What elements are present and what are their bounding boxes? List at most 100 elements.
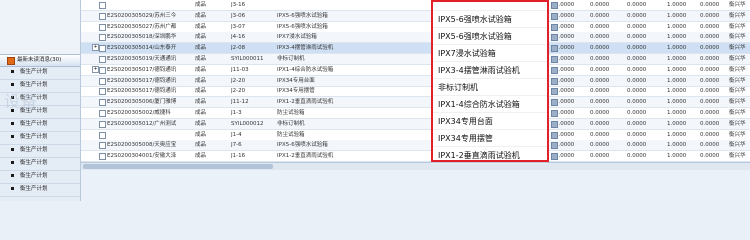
cell-owner: 衡兴华 [729,56,746,62]
calendar-icon[interactable] [551,110,558,117]
table-row[interactable]: E2S0200305019/天通通讯成品SYIL000011非标订制机2020-… [81,54,750,65]
row-checkbox[interactable] [99,120,106,128]
production-plan-table: 成品J3-162020-05-272020-05-271.00000.00000… [81,0,750,162]
table-row[interactable]: E2S0200305012/广州测试成品SYIL000012非标订制机2020-… [81,118,750,130]
cell-name: IPX5-6强喷水试验箱 [277,23,328,30]
dropdown-option[interactable]: IPX3-4摆管淋雨试验机 [433,62,547,79]
cell-q5: 0.0000 [700,153,720,160]
row-checkbox[interactable] [99,99,106,107]
cell-code: J7-6 [231,142,242,149]
sidebar-item-production-plan[interactable]: 衡生产计划 [0,131,80,145]
table-row[interactable]: E2S0200305027/苏州广都成品J3-07IPX5-6强喷水试验箱202… [81,22,750,33]
cell-order: E2S0200305029/苏州三今 [107,12,177,19]
dropdown-option[interactable]: IPX34专用摆管 [433,130,547,147]
cell-q4: 1.0000 [667,66,687,73]
cell-type: 成品 [195,110,207,116]
sidebar-item-production-plan[interactable]: 衡生产计划 [0,144,80,158]
calendar-icon[interactable] [551,153,558,161]
calendar-icon[interactable] [551,88,558,96]
cell-q1: 1.0000 [555,110,575,116]
row-checkbox[interactable] [99,56,106,63]
expand-icon[interactable]: + [92,65,99,73]
row-checkbox[interactable] [99,23,106,31]
cell-type: 成品 [195,12,207,19]
calendar-icon[interactable] [551,2,558,9]
product-name-dropdown[interactable]: IPX5-6强喷水试验箱 IPX5-6强喷水试验箱 IPX7浸水试验箱 IPX3-4摆… [431,0,549,164]
table-row[interactable]: 成品J1-4防尘试验箱2020-05-272020-05-271.00000.0… [81,130,750,141]
cell-q5: 0.0000 [700,66,720,73]
cell-order [107,130,191,140]
cell-code: J1-4 [231,131,242,138]
dropdown-option[interactable]: IPX1-4综合防水试验箱 [433,96,547,113]
dropdown-option[interactable]: IPX5-6强喷水试验箱 [433,11,547,28]
cell-owner: 衡兴华 [729,23,746,30]
table-row[interactable]: 成品J3-162020-05-272020-05-271.00000.00000… [81,0,750,11]
calendar-icon[interactable] [551,77,558,85]
table-row[interactable]: E2S0200305006/厦门雅博成品J11-12IPX1-2垂直滴雨试验机2… [81,97,750,109]
bottom-area [81,170,750,201]
row-checkbox[interactable] [99,12,106,20]
table-row[interactable]: E2S0200305017/德钧通讯成品J2-20IPX34专用台面2020-0… [81,75,750,87]
cell-name: IPX5-6强喷水试验箱 [277,12,328,19]
bullet-icon [11,161,14,164]
table-row[interactable]: +E2S0200305014/山东泰开成品J2-08IPX3-4摆管淋雨试验机2… [81,43,750,55]
table-row[interactable]: E2S0200305018/深圳鹏华成品J4-16IPX7浸水试验箱2020-0… [81,32,750,44]
scrollbar-thumb[interactable] [83,164,273,169]
sidebar-item-production-plan[interactable]: 衡生产计划 [0,66,80,80]
row-checkbox[interactable] [99,34,106,42]
calendar-icon[interactable] [551,45,558,53]
dropdown-option[interactable] [433,2,547,11]
cell-order: E2S0200305002/威捷科 [107,110,171,116]
row-checkbox[interactable] [99,66,106,74]
cell-type: 成品 [195,120,207,127]
cell-order: E2S0200305014/山东泰开 [107,45,177,52]
calendar-icon[interactable] [551,66,558,74]
cell-name: IPX34专用摆管 [277,88,315,95]
table-row[interactable]: E2S0200305002/威捷科成品J1-3防尘试验箱2020-05-2720… [81,108,750,119]
sidebar-item-label: 衡生产计划 [20,69,48,75]
cell-q2: 0.0000 [590,120,610,127]
cell-q1: 1.0000 [555,66,575,73]
table-row[interactable]: E2S0200305017/德钧通讯成品J2-20IPX34专用摆管2020-0… [81,86,750,98]
calendar-icon[interactable] [551,120,558,128]
dropdown-option[interactable]: IPX1-2垂直滴雨试验机 [433,147,547,164]
sidebar-item-production-plan[interactable]: 衡生产计划 [0,170,80,184]
calendar-icon[interactable] [551,131,558,139]
calendar-icon[interactable] [551,99,558,107]
cell-q3: 0.0000 [627,88,647,95]
row-checkbox[interactable] [99,131,106,139]
cell-owner: 衡兴华 [729,99,746,106]
cell-q3: 0.0000 [627,12,647,19]
dropdown-option[interactable]: IPX7浸水试验箱 [433,45,547,62]
row-checkbox[interactable] [99,45,106,53]
expand-icon[interactable]: + [92,44,99,52]
cell-code: J1-3 [231,110,242,116]
sidebar-item-production-plan[interactable]: 衡生产计划 [0,118,80,132]
calendar-icon[interactable] [551,23,558,31]
dropdown-option[interactable]: 非标订制机 [433,79,547,96]
row-checkbox[interactable] [99,153,106,161]
cell-type: 成品 [195,34,207,41]
calendar-icon[interactable] [551,34,558,42]
calendar-icon[interactable] [551,12,558,20]
table-row[interactable]: + E2S0200305017/德钧通讯 成品 J11-03 IPX1-4综合防水试验箱… [81,65,750,76]
cell-type: 成品 [195,77,207,84]
sidebar-item-production-plan[interactable]: 衡生产计划 [0,157,80,171]
calendar-icon[interactable] [551,56,558,63]
table-row[interactable]: E2S0200305029/苏州三今成品J3-06IPX5-6强喷水试验箱202… [81,10,750,22]
cell-name: IPX1-2垂直滴雨试验机 [277,153,334,160]
dropdown-option[interactable]: IPX34专用台面 [433,113,547,130]
row-checkbox[interactable] [99,88,106,96]
table-row[interactable]: E2S0200305008/天奥应宝成品J7-6IPX5-6强喷水试验箱2020… [81,140,750,152]
sidebar-item-production-plan[interactable]: 衡生产计划 [0,183,80,197]
cell-owner: 衡兴华 [729,66,746,73]
cell-q3: 0.0000 [627,120,647,127]
row-checkbox[interactable] [99,110,106,117]
calendar-icon[interactable] [551,142,558,150]
row-checkbox[interactable] [99,2,106,9]
dropdown-option[interactable]: IPX5-6强喷水试验箱 [433,28,547,45]
row-checkbox[interactable] [99,142,106,150]
cell-q3: 0.0000 [627,2,647,8]
row-checkbox[interactable] [99,77,106,85]
table-row[interactable]: E2S0200304001/安徽大泽成品J1-16IPX1-2垂直滴雨试验机20… [81,151,750,162]
